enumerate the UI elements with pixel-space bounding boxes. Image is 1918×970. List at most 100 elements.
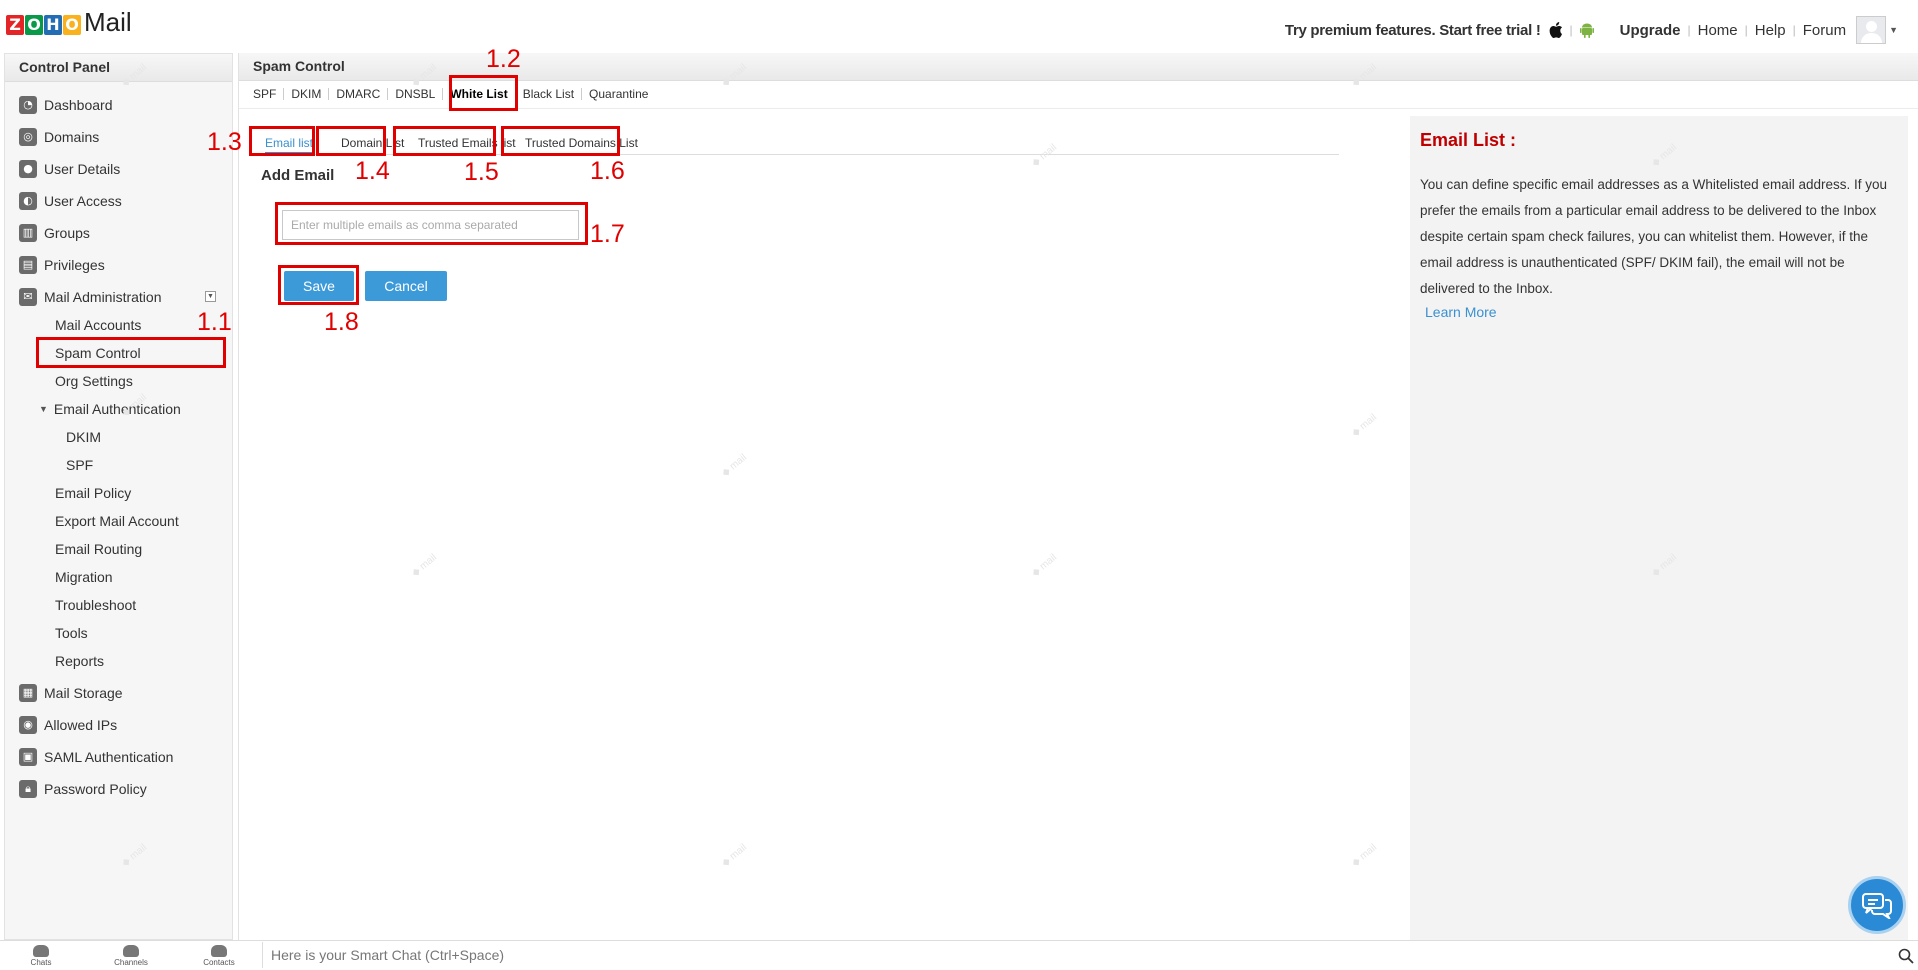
channels-button[interactable]: Channels bbox=[106, 945, 156, 967]
logo-letter: O bbox=[63, 15, 81, 35]
contacts-icon bbox=[211, 945, 227, 957]
chat-icon bbox=[1862, 893, 1892, 919]
zoho-mail-logo[interactable]: Z O H O Mail bbox=[6, 9, 132, 35]
divider bbox=[239, 108, 1918, 109]
sidebar-item-label: Domains bbox=[44, 129, 100, 145]
help-link[interactable]: Help bbox=[1755, 22, 1786, 39]
sidebar-item-saml-authentication[interactable]: ▣ SAML Authentication bbox=[19, 745, 173, 769]
apple-icon[interactable] bbox=[1549, 22, 1563, 38]
sidebar-item-label: User Details bbox=[44, 161, 121, 177]
lock-icon: 🔒︎ bbox=[19, 780, 37, 798]
annotation-label: 1.5 bbox=[464, 158, 499, 186]
sub-tab-domain-list[interactable]: Domain List bbox=[341, 136, 404, 150]
tab-black-list[interactable]: Black List bbox=[516, 88, 583, 100]
help-panel-title: Email List : bbox=[1420, 130, 1517, 150]
sidebar-item-user-access[interactable]: ◐ User Access bbox=[19, 189, 122, 213]
mail-icon: ✉ bbox=[19, 288, 37, 306]
sidebar-item-troubleshoot[interactable]: Troubleshoot bbox=[55, 594, 136, 616]
sidebar-item-mail-storage[interactable]: ▦ Mail Storage bbox=[19, 681, 123, 705]
sidebar-item-email-policy[interactable]: Email Policy bbox=[55, 482, 131, 504]
spam-control-tabs: SPF DKIM DMARC DNSBL White List Black Li… bbox=[253, 81, 655, 107]
tab-dmarc[interactable]: DMARC bbox=[329, 88, 389, 100]
annotation-label: 1.8 bbox=[324, 308, 359, 336]
annotation-label: 1.4 bbox=[355, 157, 390, 185]
learn-more-link[interactable]: Learn More bbox=[1425, 304, 1497, 320]
logo-letter: Z bbox=[6, 15, 24, 35]
storage-icon: ▦ bbox=[19, 684, 37, 702]
sidebar-item-email-authentication[interactable]: ▼ Email Authentication bbox=[39, 398, 181, 420]
premium-trial-link[interactable]: Try premium features. Start free trial ! bbox=[1285, 22, 1541, 39]
sidebar-item-label: SAML Authentication bbox=[44, 749, 174, 765]
chevron-down-icon[interactable]: ▼ bbox=[1889, 25, 1898, 35]
allowed-ips-icon: ◉ bbox=[19, 716, 37, 734]
sidebar-item-tools[interactable]: Tools bbox=[55, 622, 88, 644]
avatar[interactable] bbox=[1856, 16, 1887, 44]
add-email-heading: Add Email bbox=[261, 167, 335, 184]
sidebar-item-privileges[interactable]: ▤ Privileges bbox=[19, 253, 105, 277]
separator: | bbox=[1792, 23, 1796, 37]
dashboard-icon: ◔ bbox=[19, 96, 37, 114]
logo-letter: O bbox=[25, 15, 43, 35]
white-list-sub-tabs: Email list Domain List Trusted Emails li… bbox=[259, 131, 1339, 155]
annotation-label: 1.3 bbox=[207, 128, 242, 156]
tab-quarantine[interactable]: Quarantine bbox=[582, 88, 655, 100]
annotation-label: 1.6 bbox=[590, 157, 625, 185]
forum-link[interactable]: Forum bbox=[1803, 22, 1846, 39]
groups-icon: ▥ bbox=[19, 224, 37, 242]
sidebar-item-allowed-ips[interactable]: ◉ Allowed IPs bbox=[19, 713, 117, 737]
sidebar-item-label: Privileges bbox=[44, 257, 105, 273]
sidebar-item-reports[interactable]: Reports bbox=[55, 650, 104, 672]
sidebar-item-dashboard[interactable]: ◔ Dashboard bbox=[19, 93, 113, 117]
email-input[interactable] bbox=[282, 210, 579, 240]
android-icon[interactable] bbox=[1579, 22, 1594, 38]
sidebar-item-groups[interactable]: ▥ Groups bbox=[19, 221, 90, 245]
tab-dkim[interactable]: DKIM bbox=[284, 88, 330, 100]
sub-tab-trusted-emails-list[interactable]: Trusted Emails list bbox=[418, 136, 516, 150]
channels-label: Channels bbox=[114, 958, 148, 967]
control-panel-sidebar: Control Panel ◔ Dashboard ◎ Domains ● Us… bbox=[4, 53, 233, 940]
tab-dnsbl[interactable]: DNSBL bbox=[388, 88, 444, 100]
sidebar-item-label: Dashboard bbox=[44, 97, 113, 113]
chats-label: Chats bbox=[30, 958, 52, 967]
logo-text: Mail bbox=[84, 7, 132, 37]
header-links: Try premium features. Start free trial !… bbox=[1285, 16, 1898, 44]
sidebar-item-password-policy[interactable]: 🔒︎ Password Policy bbox=[19, 777, 147, 801]
sidebar-item-user-details[interactable]: ● User Details bbox=[19, 157, 120, 181]
help-panel: Email List : You can define specific ema… bbox=[1410, 116, 1908, 940]
logo-letter: H bbox=[44, 15, 62, 35]
smart-chat-input[interactable] bbox=[262, 942, 1892, 968]
sub-tab-email-list[interactable]: Email list bbox=[265, 136, 314, 154]
sidebar-item-label: Password Policy bbox=[44, 781, 147, 797]
sidebar-item-mail-accounts[interactable]: Mail Accounts bbox=[55, 314, 141, 336]
upgrade-link[interactable]: Upgrade bbox=[1620, 22, 1681, 39]
sidebar-item-migration[interactable]: Migration bbox=[55, 566, 113, 588]
cancel-button[interactable]: Cancel bbox=[365, 271, 447, 301]
search-icon[interactable] bbox=[1898, 948, 1914, 964]
privileges-icon: ▤ bbox=[19, 256, 37, 274]
chat-bubble-button[interactable] bbox=[1848, 876, 1906, 934]
sidebar-item-label: Mail Storage bbox=[44, 685, 123, 701]
sidebar-item-spam-control[interactable]: Spam Control bbox=[55, 342, 141, 364]
sidebar-item-spf[interactable]: SPF bbox=[66, 454, 93, 476]
sidebar-item-dkim[interactable]: DKIM bbox=[66, 426, 101, 448]
collapse-icon[interactable]: ▼ bbox=[205, 291, 216, 302]
sidebar-item-domains[interactable]: ◎ Domains bbox=[19, 125, 99, 149]
sidebar-item-mail-administration[interactable]: ✉ Mail Administration ▼ bbox=[19, 285, 219, 309]
sidebar-item-org-settings[interactable]: Org Settings bbox=[55, 370, 133, 392]
home-link[interactable]: Home bbox=[1698, 22, 1738, 39]
tab-white-list[interactable]: White List bbox=[443, 88, 516, 100]
sidebar-title: Control Panel bbox=[5, 54, 232, 82]
domains-icon: ◎ bbox=[19, 128, 37, 146]
sidebar-item-export-mail-account[interactable]: Export Mail Account bbox=[55, 510, 179, 532]
sub-tab-trusted-domains-list[interactable]: Trusted Domains List bbox=[525, 136, 638, 150]
chats-button[interactable]: Chats bbox=[16, 945, 66, 967]
annotation-label: 1.2 bbox=[486, 45, 521, 73]
sidebar-item-email-routing[interactable]: Email Routing bbox=[55, 538, 142, 560]
sidebar-item-label: Email Authentication bbox=[53, 401, 181, 417]
tab-spf[interactable]: SPF bbox=[253, 88, 285, 100]
contacts-label: Contacts bbox=[203, 958, 235, 967]
channels-icon bbox=[123, 945, 139, 957]
save-button[interactable]: Save bbox=[284, 271, 354, 301]
contacts-button[interactable]: Contacts bbox=[194, 945, 244, 967]
chats-icon bbox=[33, 945, 49, 957]
